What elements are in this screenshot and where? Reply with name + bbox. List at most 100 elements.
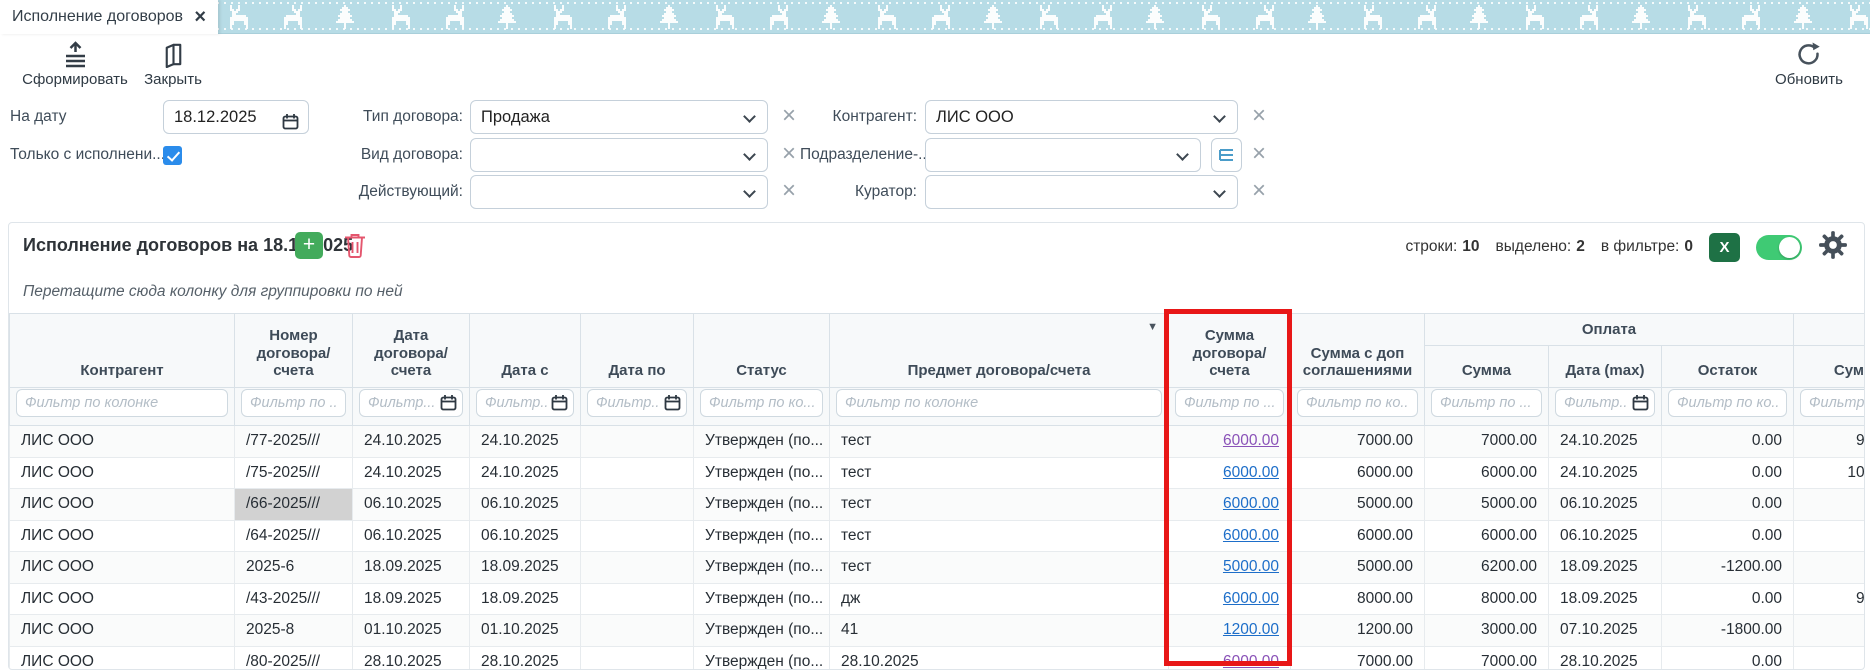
table-scroll-area[interactable]: КонтрагентНомер договора/счетаДата догов… bbox=[9, 313, 1864, 669]
table-row[interactable]: ЛИС ООО2025-801.10.202501.10.2025Утвержд… bbox=[10, 615, 1865, 647]
active-clear-icon[interactable]: × bbox=[778, 175, 800, 209]
cell-nomer[interactable]: /43-2025/// bbox=[235, 583, 353, 615]
refresh-button[interactable]: Обновить bbox=[1766, 41, 1852, 88]
amount-link[interactable]: 1200.00 bbox=[1223, 621, 1279, 638]
cell-summa-dogovora[interactable]: 6000.00 bbox=[1169, 583, 1291, 615]
cell-summa-2[interactable]: 9000.00 bbox=[1794, 426, 1864, 458]
cell-data-dogovora[interactable]: 18.09.2025 bbox=[353, 552, 470, 584]
filter-input-data-po[interactable] bbox=[587, 389, 687, 417]
cell-summa-dop[interactable]: 6000.00 bbox=[1291, 520, 1425, 552]
cell-oplata-data-max[interactable]: 06.10.2025 bbox=[1549, 520, 1662, 552]
cell-data-po[interactable] bbox=[581, 489, 694, 521]
column-header-data-s[interactable]: Дата с bbox=[470, 314, 581, 388]
cell-nomer[interactable]: /66-2025/// bbox=[235, 489, 353, 521]
cell-status[interactable]: Утвержден (по... bbox=[694, 489, 830, 521]
cell-predmet[interactable]: тест bbox=[830, 520, 1169, 552]
cell-summa-2[interactable]: 10800.00 bbox=[1794, 457, 1864, 489]
cell-nomer[interactable]: /75-2025/// bbox=[235, 457, 353, 489]
filter-input-data-dogovora[interactable] bbox=[359, 389, 463, 417]
amount-link[interactable]: 6000.00 bbox=[1223, 495, 1279, 512]
counterparty-clear-icon[interactable]: × bbox=[1248, 100, 1270, 134]
cell-summa-dogovora[interactable]: 5000.00 bbox=[1169, 552, 1291, 584]
cell-oplata-ostatok[interactable]: 0.00 bbox=[1662, 583, 1794, 615]
column-header-kontragent[interactable]: Контрагент bbox=[10, 314, 235, 388]
cell-nomer[interactable]: /64-2025/// bbox=[235, 520, 353, 552]
cell-data-dogovora[interactable]: 18.09.2025 bbox=[353, 583, 470, 615]
cell-oplata-data-max[interactable]: 07.10.2025 bbox=[1549, 615, 1662, 647]
cell-data-s[interactable]: 28.10.2025 bbox=[470, 646, 581, 669]
contract-type-select[interactable]: Продажа bbox=[470, 100, 768, 134]
division-hierarchy-button[interactable] bbox=[1211, 138, 1242, 172]
cell-nomer[interactable]: 2025-8 bbox=[235, 615, 353, 647]
on-date-input[interactable]: 18.12.2025 bbox=[163, 100, 309, 134]
cell-data-s[interactable]: 01.10.2025 bbox=[470, 615, 581, 647]
filter-input-predmet[interactable] bbox=[836, 389, 1162, 417]
cell-oplata-data-max[interactable]: 18.09.2025 bbox=[1549, 583, 1662, 615]
cell-data-po[interactable] bbox=[581, 583, 694, 615]
cell-kontragent[interactable]: ЛИС ООО bbox=[10, 646, 235, 669]
cell-oplata-ostatok[interactable]: -1200.00 bbox=[1662, 552, 1794, 584]
cell-summa-dop[interactable]: 1200.00 bbox=[1291, 615, 1425, 647]
cell-data-s[interactable]: 18.09.2025 bbox=[470, 583, 581, 615]
amount-link[interactable]: 6000.00 bbox=[1223, 432, 1279, 449]
filter-input-oplata-ostatok[interactable] bbox=[1668, 389, 1787, 417]
table-row[interactable]: ЛИС ООО/77-2025///24.10.202524.10.2025Ут… bbox=[10, 426, 1865, 458]
cell-oplata-summa[interactable]: 6200.00 bbox=[1425, 552, 1549, 584]
cell-data-s[interactable]: 06.10.2025 bbox=[470, 520, 581, 552]
filter-input-summa-2[interactable] bbox=[1800, 389, 1864, 417]
table-row[interactable]: ЛИС ООО/66-2025///06.10.202506.10.2025Ут… bbox=[10, 489, 1865, 521]
cell-oplata-data-max[interactable]: 24.10.2025 bbox=[1549, 457, 1662, 489]
cell-summa-dogovora[interactable]: 1200.00 bbox=[1169, 615, 1291, 647]
cell-kontragent[interactable]: ЛИС ООО bbox=[10, 583, 235, 615]
cell-summa-dop[interactable]: 8000.00 bbox=[1291, 583, 1425, 615]
cell-oplata-summa[interactable]: 6000.00 bbox=[1425, 520, 1549, 552]
cell-data-po[interactable] bbox=[581, 457, 694, 489]
column-header-nomer[interactable]: Номер договора/счета bbox=[235, 314, 353, 388]
table-row[interactable]: ЛИС ООО2025-618.09.202518.09.2025Утвержд… bbox=[10, 552, 1865, 584]
filter-input-status[interactable] bbox=[700, 389, 823, 417]
cell-kontragent[interactable]: ЛИС ООО bbox=[10, 489, 235, 521]
cell-status[interactable]: Утвержден (по... bbox=[694, 426, 830, 458]
filter-input-summa-dogovora[interactable] bbox=[1175, 389, 1284, 417]
column-header-summa-dogovora[interactable]: Сумма договора/счета bbox=[1169, 314, 1291, 388]
cell-status[interactable]: Утвержден (по... bbox=[694, 457, 830, 489]
cell-summa-2[interactable] bbox=[1794, 646, 1864, 669]
division-select[interactable] bbox=[925, 138, 1201, 172]
cell-kontragent[interactable]: ЛИС ООО bbox=[10, 457, 235, 489]
cell-oplata-ostatok[interactable]: 0.00 bbox=[1662, 489, 1794, 521]
cell-oplata-summa[interactable]: 8000.00 bbox=[1425, 583, 1549, 615]
cell-oplata-ostatok[interactable]: 0.00 bbox=[1662, 426, 1794, 458]
cell-data-dogovora[interactable]: 28.10.2025 bbox=[353, 646, 470, 669]
cell-nomer[interactable]: 2025-6 bbox=[235, 552, 353, 584]
filter-input-data-s[interactable] bbox=[476, 389, 574, 417]
excel-export-button[interactable]: X bbox=[1709, 233, 1740, 262]
cell-oplata-summa[interactable]: 5000.00 bbox=[1425, 489, 1549, 521]
table-row[interactable]: ЛИС ООО/64-2025///06.10.202506.10.2025Ут… bbox=[10, 520, 1865, 552]
cell-oplata-summa[interactable]: 6000.00 bbox=[1425, 457, 1549, 489]
cell-data-s[interactable]: 18.09.2025 bbox=[470, 552, 581, 584]
cell-summa-dogovora[interactable]: 6000.00 bbox=[1169, 646, 1291, 669]
cell-summa-2[interactable]: 9000.00 bbox=[1794, 583, 1864, 615]
amount-link[interactable]: 6000.00 bbox=[1223, 653, 1279, 669]
cell-oplata-data-max[interactable]: 18.09.2025 bbox=[1549, 552, 1662, 584]
cell-summa-dop[interactable]: 7000.00 bbox=[1291, 646, 1425, 669]
cell-data-s[interactable]: 06.10.2025 bbox=[470, 489, 581, 521]
contract-kind-clear-icon[interactable]: × bbox=[778, 138, 800, 172]
cell-predmet[interactable]: 41 bbox=[830, 615, 1169, 647]
active-select[interactable] bbox=[470, 175, 768, 209]
contract-kind-select[interactable] bbox=[470, 138, 768, 172]
cell-predmet[interactable]: тест bbox=[830, 489, 1169, 521]
table-row[interactable]: ЛИС ООО/75-2025///24.10.202524.10.2025Ут… bbox=[10, 457, 1865, 489]
add-button[interactable]: + bbox=[295, 232, 323, 259]
cell-summa-dop[interactable]: 5000.00 bbox=[1291, 489, 1425, 521]
cell-summa-2[interactable] bbox=[1794, 489, 1864, 521]
cell-status[interactable]: Утвержден (по... bbox=[694, 552, 830, 584]
cell-data-dogovora[interactable]: 24.10.2025 bbox=[353, 426, 470, 458]
cell-summa-dop[interactable]: 5000.00 bbox=[1291, 552, 1425, 584]
cell-nomer[interactable]: /80-2025/// bbox=[235, 646, 353, 669]
cell-kontragent[interactable]: ЛИС ООО bbox=[10, 615, 235, 647]
cell-status[interactable]: Утвержден (по... bbox=[694, 615, 830, 647]
cell-data-po[interactable] bbox=[581, 520, 694, 552]
cell-predmet[interactable]: 28.10.2025 bbox=[830, 646, 1169, 669]
settings-gear-icon[interactable] bbox=[1818, 230, 1848, 265]
